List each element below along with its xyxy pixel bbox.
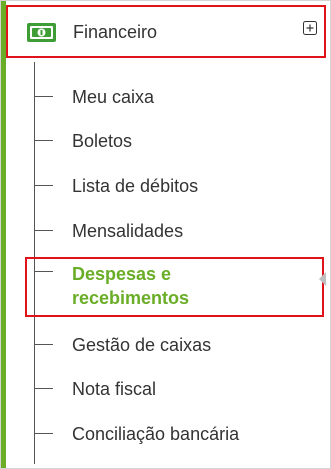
menu-group-financeiro[interactable]: Financeiro xyxy=(6,5,326,58)
active-item-caret-icon xyxy=(319,272,326,286)
tree-branch xyxy=(34,185,53,186)
submenu-item-mensalidades[interactable]: Mensalidades xyxy=(34,216,324,246)
submenu-item-label: Meu caixa xyxy=(72,87,155,107)
tree-branch xyxy=(34,230,53,231)
submenu-item-meu-caixa[interactable]: Meu caixa xyxy=(34,82,324,112)
submenu-item-label: Lista de débitos xyxy=(72,176,199,196)
submenu-item-label: Boletos xyxy=(72,131,133,151)
submenu-item-nota-fiscal[interactable]: Nota fiscal xyxy=(34,374,324,404)
sidebar-panel: Financeiro Meu caixa Boletos Lista de dé… xyxy=(0,0,331,469)
submenu-item-label: Conciliação bancária xyxy=(72,424,240,444)
money-bill-icon xyxy=(27,23,56,42)
tree-branch xyxy=(34,344,53,345)
active-section-indicator xyxy=(1,1,6,468)
submenu-item-label: Gestão de caixas xyxy=(72,335,212,355)
tree-branch xyxy=(34,96,53,97)
submenu-item-boletos[interactable]: Boletos xyxy=(34,126,324,156)
tree-branch xyxy=(34,433,53,434)
tree-branch xyxy=(34,140,53,141)
tree-branch xyxy=(34,388,53,389)
plus-square-icon[interactable] xyxy=(303,21,317,35)
tree-branch xyxy=(34,271,53,272)
submenu-item-conciliacao-bancaria[interactable]: Conciliação bancária xyxy=(34,419,324,449)
submenu-item-label: Nota fiscal xyxy=(72,379,157,399)
submenu-item-label: Mensalidades xyxy=(72,221,184,241)
submenu-item-lista-de-debitos[interactable]: Lista de débitos xyxy=(34,171,324,201)
submenu-item-label-active: Despesas e recebimentos xyxy=(72,264,190,308)
menu-group-label: Financeiro xyxy=(73,22,158,42)
submenu-item-despesas-e-recebimentos[interactable]: Despesas e recebimentos xyxy=(25,257,324,317)
submenu-item-gestao-de-caixas[interactable]: Gestão de caixas xyxy=(34,330,324,360)
